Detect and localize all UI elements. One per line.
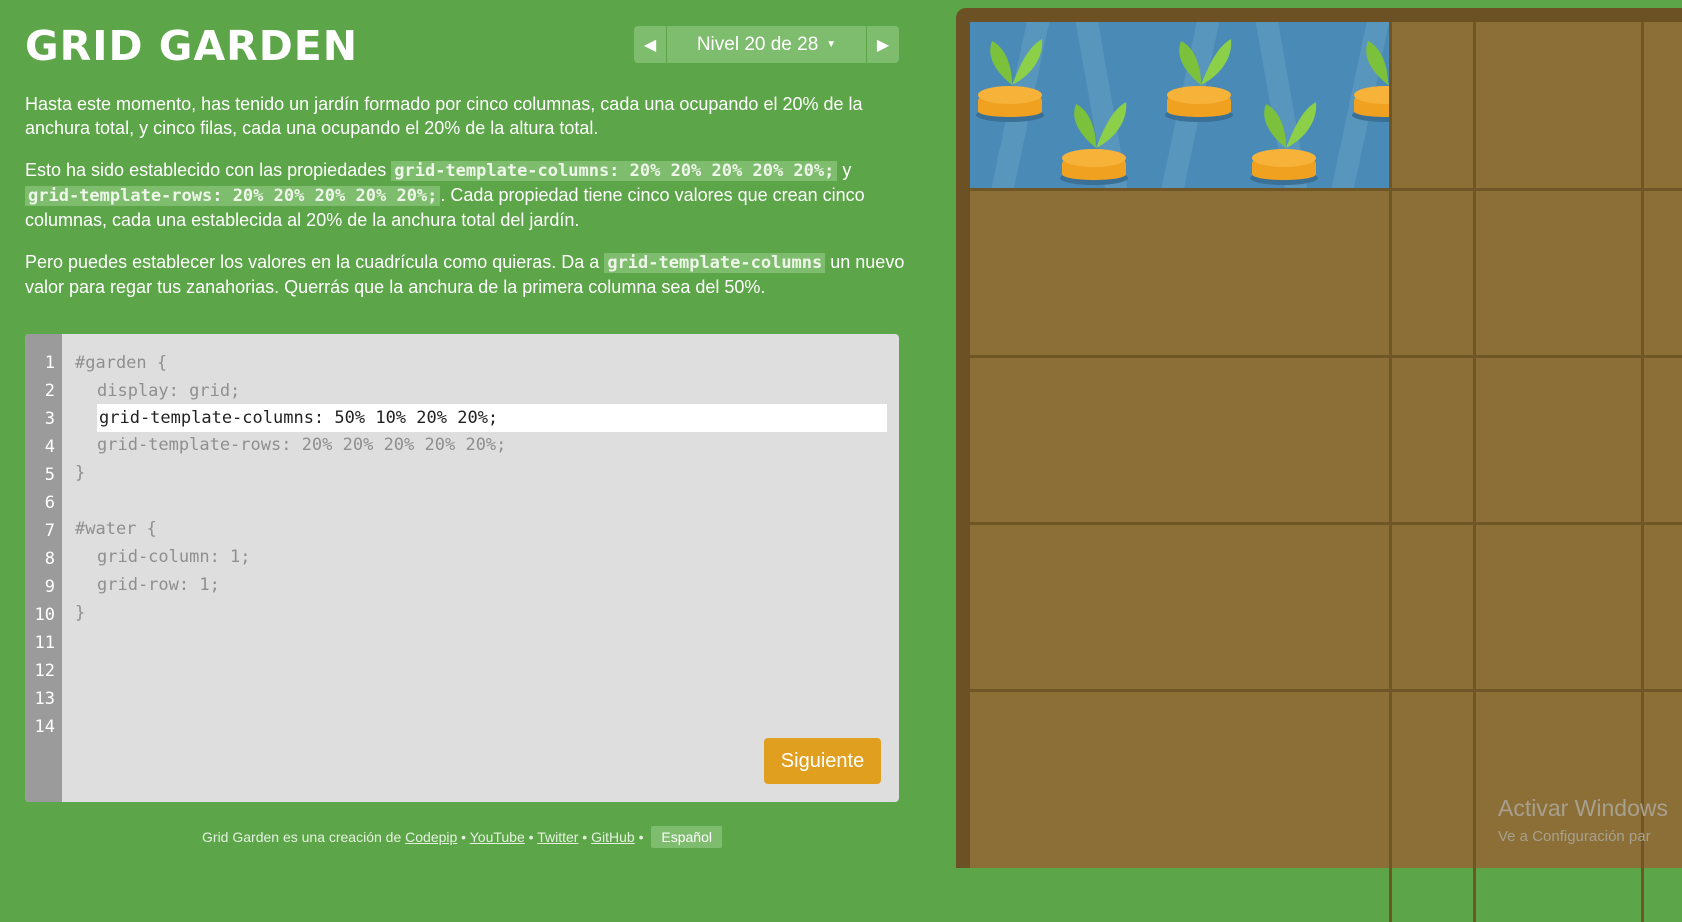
carrot-icon (1165, 39, 1233, 122)
carrot-icon (1060, 102, 1128, 185)
line-number: 11 (34, 633, 55, 653)
instruction-paragraph-3: Pero puedes establecer los valores en la… (25, 250, 905, 299)
footer-link-youtube[interactable]: YouTube (470, 829, 525, 845)
code-line: } (75, 603, 86, 623)
level-dropdown[interactable]: Nivel 20 de 28 ▼ (667, 26, 866, 63)
level-text: Nivel 20 de 28 (696, 33, 819, 55)
watermark-title: Activar Windows (1498, 795, 1668, 821)
footer-link-codepip[interactable]: Codepip (405, 829, 457, 845)
grid-line (970, 188, 1682, 191)
code-lines: #garden { display: grid; grid-template-r… (75, 349, 887, 627)
grid-line (970, 522, 1682, 525)
line-number: 9 (44, 577, 55, 597)
code-line: #water { (75, 519, 157, 539)
line-numbers: 1 2 3 4 5 6 7 8 9 10 11 12 13 14 (25, 349, 55, 741)
next-level-button[interactable]: ▶ (866, 26, 899, 63)
line-number: 8 (44, 549, 55, 569)
line-number: 6 (44, 493, 55, 513)
prev-level-button[interactable]: ◀ (634, 26, 667, 63)
line-number: 2 (44, 381, 55, 401)
code-editor: 1 2 3 4 5 6 7 8 9 10 11 12 13 14 #garden… (25, 334, 899, 802)
line-number: 14 (34, 717, 55, 737)
water-area (970, 22, 1389, 188)
code-line: grid-row: 1; (97, 575, 220, 595)
level-navigator: ◀ Nivel 20 de 28 ▼ ▶ (634, 26, 899, 63)
code-line: display: grid; (97, 381, 241, 401)
grid-line (1641, 22, 1644, 922)
carrot-icon (1352, 41, 1389, 122)
code-snippet: grid-template-rows: 20% 20% 20% 20% 20%; (25, 186, 441, 206)
footer-text: Grid Garden es una creación de (202, 829, 406, 845)
grid-line (1473, 22, 1476, 922)
footer-link-github[interactable]: GitHub (591, 829, 635, 845)
code-line: } (75, 463, 86, 483)
line-number: 10 (34, 605, 55, 625)
line-number: 13 (34, 689, 55, 709)
watermark-subtitle: Ve a Configuración par (1498, 828, 1651, 845)
footer-separator: • (578, 829, 592, 845)
caret-down-icon: ▼ (826, 39, 837, 50)
code-snippet: grid-template-columns: 20% 20% 20% 20% 2… (391, 161, 838, 181)
footer-separator: • (634, 829, 648, 845)
next-button[interactable]: Siguiente (764, 738, 881, 784)
windows-activation-watermark: Activar Windows Ve a Configuración par (1498, 795, 1668, 845)
instruction-paragraph-2: Esto ha sido establecido con las propied… (25, 158, 905, 232)
carrot-icon (976, 39, 1044, 122)
instruction-paragraph-1: Hasta este momento, has tenido un jardín… (25, 94, 863, 138)
footer-link-twitter[interactable]: Twitter (537, 829, 578, 845)
code-line: #garden { (75, 353, 168, 373)
page-title: GRID GARDEN (25, 22, 359, 70)
line-number: 1 (44, 353, 55, 373)
instruction-text: Pero puedes establecer los valores en la… (25, 252, 605, 272)
footer: Grid Garden es una creación de Codepip •… (25, 826, 899, 848)
line-number: 7 (44, 521, 55, 541)
footer-separator: • (524, 829, 538, 845)
instruction-text: y (837, 160, 852, 180)
code-line: grid-template-rows: 20% 20% 20% 20% 20%; (97, 435, 507, 455)
carrot-icon (1250, 102, 1318, 185)
instruction-text: Esto ha sido establecido con las propied… (25, 160, 392, 180)
garden (970, 22, 1682, 922)
instructions: Hasta este momento, has tenido un jardín… (25, 92, 905, 317)
footer-separator: • (457, 829, 470, 845)
grid-line (1389, 22, 1392, 922)
grid-line (970, 355, 1682, 358)
language-selector[interactable]: Español (651, 826, 722, 848)
code-input-line[interactable] (97, 404, 887, 432)
chevron-right-icon: ▶ (876, 36, 890, 54)
line-number: 5 (44, 465, 55, 485)
grid-line (970, 689, 1682, 692)
code-line: grid-column: 1; (97, 547, 251, 567)
line-number: 3 (44, 409, 55, 429)
line-number: 4 (44, 437, 55, 457)
garden-frame (956, 8, 1682, 922)
chevron-left-icon: ◀ (643, 36, 657, 54)
css-answer-input[interactable] (97, 408, 887, 428)
line-number: 12 (34, 661, 55, 681)
code-snippet: grid-template-columns (604, 253, 826, 273)
